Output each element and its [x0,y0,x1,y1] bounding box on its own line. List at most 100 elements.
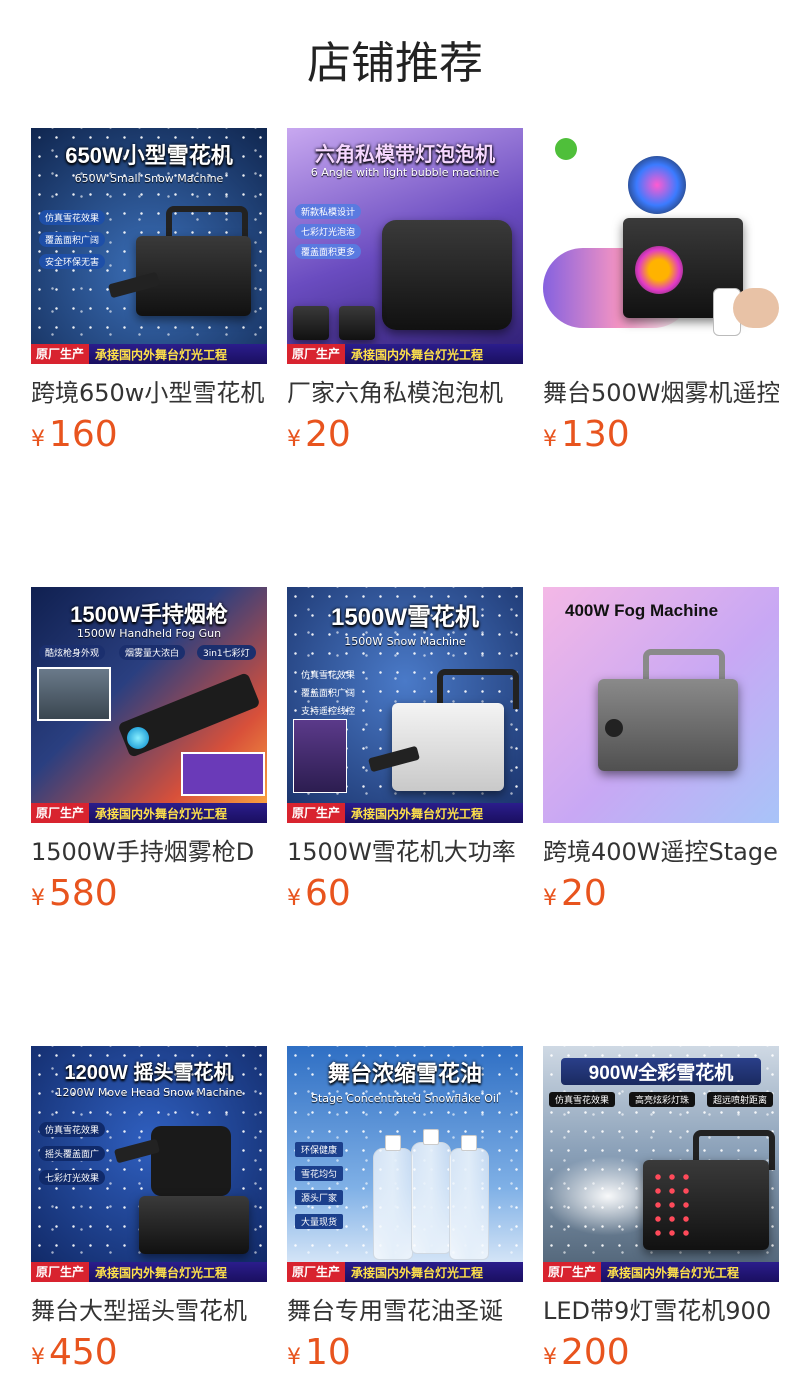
product-image[interactable]: 舞台浓缩雪花油 Stage Concentrated Snowflake Oil… [287,1046,523,1282]
banner-text: 承接国内外舞台灯光工程 [95,806,228,821]
banner-tag: 原厂生产 [31,803,90,823]
product-grid: 650W小型雪花机 650W Small Snow Machine 仿真雪花效果… [31,128,779,1374]
image-headline: 1500W手持烟枪 [70,602,228,627]
product-card[interactable]: 400W Fog Machine 跨境400W遥控Stage ¥20 [543,587,779,915]
product-image[interactable]: 1500W手持烟枪 1500W Handheld Fog Gun 酷炫枪身外观 … [31,587,267,823]
feature-tag: 大量现货 [295,1214,344,1229]
product-image[interactable]: 六角私模带灯泡泡机 6 Angle with light bubble mach… [287,128,523,364]
image-headline: 六角私模带灯泡泡机 [315,144,495,166]
product-card[interactable]: 650W小型雪花机 650W Small Snow Machine 仿真雪花效果… [31,128,267,456]
feature-tag: 高亮炫彩灯珠 [629,1092,696,1107]
currency-symbol: ¥ [287,427,301,452]
feature-tag: 仿真雪花效果 [39,210,106,225]
price-amount: 60 [305,873,351,914]
price-amount: 580 [49,873,118,914]
product-thumbnail [339,306,375,340]
factory-banner: 原厂生产 承接国内外舞台灯光工程 [543,1262,779,1282]
hand [733,288,779,328]
led-ball-light [628,156,686,214]
currency-symbol: ¥ [287,886,301,911]
led-nozzle [127,727,149,749]
currency-symbol: ¥ [287,1345,301,1370]
currency-symbol: ¥ [543,1345,557,1370]
product-price: ¥10 [287,1332,523,1374]
product-title[interactable]: 舞台500W烟雾机遥控 [543,377,779,409]
product-card[interactable]: 900W全彩雪花机 仿真雪花效果 高亮炫彩灯珠 超远喷射距离 原厂生产 承接国内… [543,1046,779,1374]
product-title[interactable]: 跨境400W遥控Stage [543,836,779,868]
oil-bottle [411,1129,451,1254]
scene-inset [37,667,111,721]
feature-tag: 仿真雪花效果 [39,1122,106,1137]
product-price: ¥20 [287,414,523,456]
currency-symbol: ¥ [31,1345,45,1370]
product-image[interactable]: 900W全彩雪花机 仿真雪花效果 高亮炫彩灯珠 超远喷射距离 原厂生产 承接国内… [543,1046,779,1282]
product-card[interactable]: 1200W 摇头雪花机 1200W Move Head Snow Machine… [31,1046,267,1374]
product-price: ¥60 [287,873,523,915]
product-image[interactable]: 1500W雪花机 1500W Snow Machine 仿真雪花效果 覆盖面积广… [287,587,523,823]
feature-tag: 新款私模设计 [295,204,362,219]
feature-tag: 支持遥控线控 [301,707,356,717]
product-title[interactable]: LED带9灯雪花机900 [543,1295,779,1327]
banner-tag: 原厂生产 [543,1262,602,1282]
product-image[interactable]: 400W Fog Machine [543,587,779,823]
price-amount: 200 [561,1332,630,1373]
factory-banner: 原厂生产 承接国内外舞台灯光工程 [287,803,523,823]
factory-banner: 原厂生产 承接国内外舞台灯光工程 [31,1262,267,1282]
banner-text: 承接国内外舞台灯光工程 [95,347,228,362]
banner-text: 承接国内外舞台灯光工程 [607,1265,740,1280]
image-headline: 400W Fog Machine [565,601,719,620]
image-headline: 1500W雪花机 [330,604,480,631]
product-price: ¥130 [543,414,779,456]
feature-tag: 酷炫枪身外观 [39,645,106,660]
product-image[interactable] [543,128,779,364]
product-card[interactable]: 舞台浓缩雪花油 Stage Concentrated Snowflake Oil… [287,1046,523,1374]
product-price: ¥450 [31,1332,267,1374]
product-title[interactable]: 舞台专用雪花油圣诞 [287,1295,523,1327]
image-subline: 1500W Snow Machine [344,635,466,648]
product-title[interactable]: 1500W雪花机大功率 [287,836,523,868]
product-card[interactable]: 六角私模带灯泡泡机 6 Angle with light bubble mach… [287,128,523,456]
product-card[interactable]: 1500W雪花机 1500W Snow Machine 仿真雪花效果 覆盖面积广… [287,587,523,915]
factory-banner: 原厂生产 承接国内外舞台灯光工程 [31,344,267,364]
moving-head [151,1126,231,1196]
feature-tag: 七彩灯光效果 [39,1170,106,1185]
banner-tag: 原厂生产 [31,344,90,364]
banner-text: 承接国内外舞台灯光工程 [351,806,484,821]
feature-tag: 覆盖面积广阔 [39,232,106,247]
feature-tag: 摇头覆盖面广 [39,1146,106,1161]
price-amount: 450 [49,1332,118,1373]
image-headline: 1200W 摇头雪花机 [64,1062,234,1084]
product-image[interactable]: 1200W 摇头雪花机 1200W Move Head Snow Machine… [31,1046,267,1282]
music-icon [555,138,577,160]
price-amount: 20 [561,873,607,914]
image-subline: 1200W Move Head Snow Machine [55,1086,243,1099]
section-title: 店铺推荐 [307,38,483,89]
product-title[interactable]: 舞台大型摇头雪花机 [31,1295,267,1327]
price-amount: 10 [305,1332,351,1373]
oil-bottle [373,1135,413,1260]
feature-tag: 覆盖面积更多 [295,244,362,259]
currency-symbol: ¥ [543,427,557,452]
product-card[interactable]: 舞台500W烟雾机遥控 ¥130 [543,128,779,456]
feature-tag: 3in1七彩灯 [197,645,256,660]
banner-tag: 原厂生产 [287,344,346,364]
image-subline: 650W Small Snow Machine [74,172,224,185]
image-subline: 6 Angle with light bubble machine [310,166,500,179]
product-card[interactable]: 1500W手持烟枪 1500W Handheld Fog Gun 酷炫枪身外观 … [31,587,267,915]
image-headline: 900W全彩雪花机 [561,1058,761,1085]
product-title[interactable]: 1500W手持烟雾枪D [31,836,267,868]
product-image[interactable]: 650W小型雪花机 650W Small Snow Machine 仿真雪花效果… [31,128,267,364]
price-amount: 130 [561,414,630,455]
currency-symbol: ¥ [31,427,45,452]
image-headline: 650W小型雪花机 [65,143,233,168]
product-title[interactable]: 跨境650w小型雪花机 [31,377,267,409]
currency-symbol: ¥ [543,886,557,911]
feature-tag: 仿真雪花效果 [301,671,356,681]
factory-banner: 原厂生产 承接国内外舞台灯光工程 [287,344,523,364]
feature-tag: 雪花均匀 [295,1166,344,1181]
oil-bottle [449,1135,489,1260]
scene-inset [293,719,347,793]
price-amount: 20 [305,414,351,455]
feature-tag: 超远喷射距离 [707,1092,774,1107]
product-title[interactable]: 厂家六角私模泡泡机 [287,377,523,409]
